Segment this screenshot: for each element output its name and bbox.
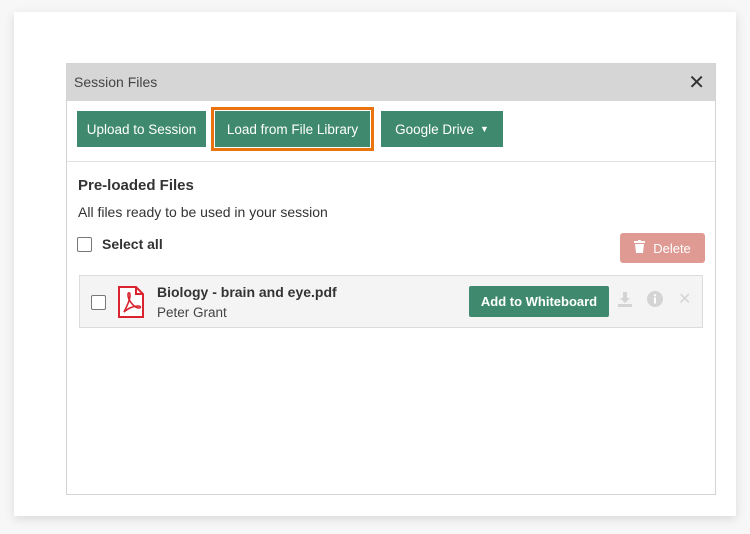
trash-icon xyxy=(634,240,646,256)
add-label: Add to Whiteboard xyxy=(480,294,598,309)
toolbar: Upload to Session Load from File Library… xyxy=(67,101,715,162)
section-subtitle: All files ready to be used in your sessi… xyxy=(78,204,328,220)
drive-label: Google Drive xyxy=(395,121,474,137)
file-checkbox[interactable] xyxy=(91,295,106,310)
delete-button[interactable]: Delete xyxy=(620,233,705,263)
select-all-label: Select all xyxy=(102,236,163,252)
upload-to-session-button[interactable]: Upload to Session xyxy=(77,111,206,147)
load-from-file-library-button[interactable]: Load from File Library xyxy=(211,107,374,151)
remove-icon[interactable]: ✕ xyxy=(678,289,691,308)
pdf-icon xyxy=(117,286,145,322)
info-icon[interactable] xyxy=(647,291,663,311)
upload-label: Upload to Session xyxy=(86,121,197,137)
dialog-title: Session Files xyxy=(74,74,158,90)
select-all-checkbox[interactable] xyxy=(77,236,92,252)
caret-down-icon: ▼ xyxy=(479,124,489,134)
add-to-whiteboard-button[interactable]: Add to Whiteboard xyxy=(469,286,609,317)
delete-label: Delete xyxy=(653,240,691,256)
file-row: Biology - brain and eye.pdf Peter Grant … xyxy=(79,275,703,328)
google-drive-dropdown[interactable]: Google Drive ▼ xyxy=(381,111,503,147)
select-all[interactable]: Select all xyxy=(77,236,163,252)
file-name[interactable]: Biology - brain and eye.pdf xyxy=(157,284,337,300)
library-label: Load from File Library xyxy=(226,121,359,137)
session-files-dialog: Session Files ✕ Upload to Session Load f… xyxy=(66,63,716,495)
page-card: Session Files ✕ Upload to Session Load f… xyxy=(14,12,736,516)
file-owner: Peter Grant xyxy=(157,305,227,320)
section-title: Pre-loaded Files xyxy=(78,177,194,194)
dialog-titlebar: Session Files ✕ xyxy=(67,64,715,101)
download-icon[interactable] xyxy=(617,291,633,311)
close-icon[interactable]: ✕ xyxy=(688,71,705,93)
